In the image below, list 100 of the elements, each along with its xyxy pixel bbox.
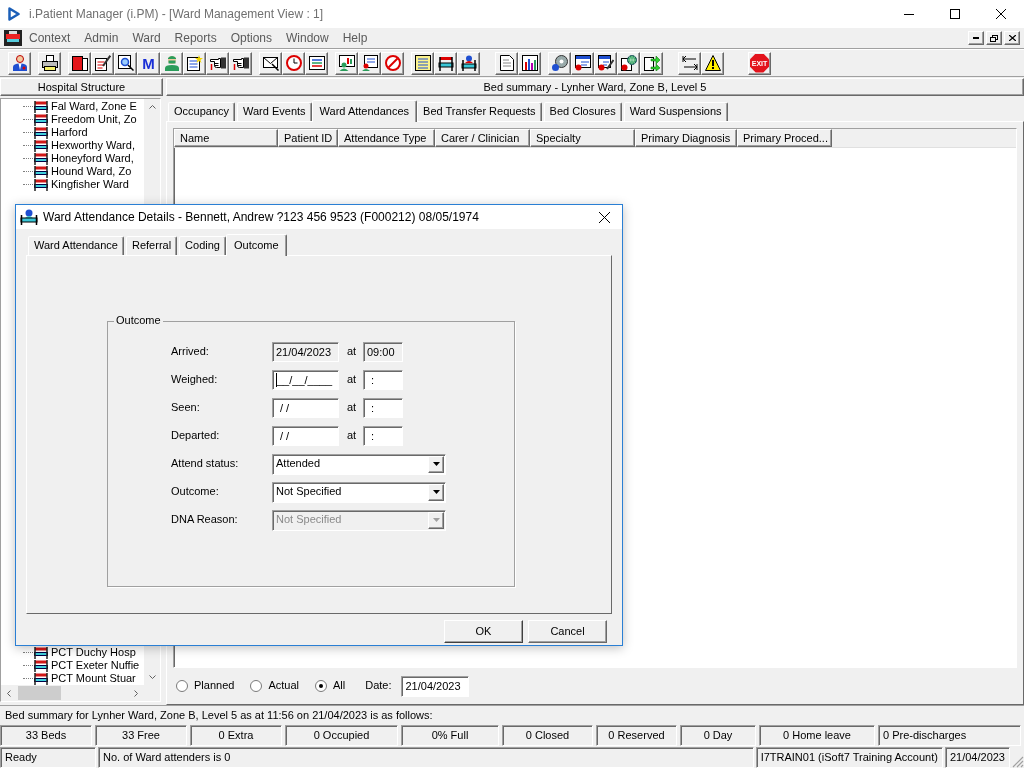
toolbar-button[interactable] (206, 51, 229, 75)
tree-item[interactable]: Freedom Unit, Zo (33, 113, 138, 126)
toolbar-button[interactable] (518, 51, 541, 75)
field-label: Arrived: (171, 345, 210, 359)
tab[interactable]: Outcome (225, 234, 287, 256)
at-label: at (347, 401, 358, 415)
toolbar-button[interactable] (495, 51, 518, 75)
radio-label[interactable]: Planned (194, 679, 235, 693)
form-person-icon (361, 55, 378, 71)
bed-icon (33, 126, 49, 139)
tab[interactable]: Referral (126, 236, 178, 255)
date-field[interactable]: 21/04/2023 (401, 675, 470, 697)
column-header[interactable]: Name (174, 129, 278, 147)
status-pane: 0 Closed (502, 725, 593, 746)
toolbar-button[interactable] (434, 51, 457, 75)
tree-item[interactable]: Fal Ward, Zone E (33, 100, 138, 113)
form-icon (574, 55, 591, 71)
monitor-person-icon (338, 55, 355, 71)
toolbar-button[interactable] (183, 51, 206, 75)
dialog-button[interactable]: OK (444, 620, 523, 643)
radio-button[interactable] (314, 680, 327, 692)
column-header[interactable]: Specialty (530, 129, 635, 147)
menu-item[interactable]: Options (223, 29, 279, 47)
radio-label[interactable]: Actual (268, 679, 299, 693)
close-icon (598, 211, 610, 223)
date-field[interactable]: / / (272, 426, 339, 446)
clock-icon (285, 55, 302, 71)
radio-button[interactable] (250, 680, 263, 692)
toolbar-button[interactable]: M (137, 51, 160, 75)
caret-icon (432, 518, 440, 522)
tree-item[interactable]: Hound Ward, Zo (33, 165, 133, 178)
field-label: Outcome: (171, 485, 220, 499)
toolbar-button[interactable] (617, 51, 640, 75)
time-field[interactable]: : (363, 398, 403, 418)
time-field[interactable]: : (363, 370, 403, 390)
column-header[interactable]: Attendance Type (338, 129, 435, 147)
tab[interactable]: Occupancy (168, 102, 236, 121)
column-header[interactable]: Primary Diagnosis (635, 129, 737, 147)
toolbar-button[interactable] (229, 51, 252, 75)
toolbar-button[interactable] (305, 51, 328, 75)
column-header[interactable]: Primary Proced... (737, 129, 832, 147)
menu-item[interactable]: Context (22, 29, 78, 47)
toolbar-button[interactable] (701, 51, 724, 75)
time-field[interactable]: 09:00 (363, 342, 403, 362)
tree-item[interactable]: Kingfisher Ward (33, 178, 130, 191)
menu-item[interactable]: Ward (125, 29, 168, 47)
toolbar-button[interactable] (678, 51, 701, 75)
field-label: Departed: (171, 429, 221, 443)
dropdown[interactable]: Not Specified (272, 481, 446, 503)
tab[interactable]: Bed Closures (543, 102, 622, 121)
document-magnifier-icon (117, 55, 134, 71)
tab[interactable]: Ward Suspensions (623, 102, 728, 121)
toolbar-button[interactable] (259, 51, 282, 75)
toolbar-button[interactable] (114, 51, 137, 75)
toolbar-button[interactable] (548, 51, 571, 75)
mdi-minimize-button[interactable] (968, 31, 984, 45)
bed-person-icon (460, 55, 477, 71)
date-field[interactable]: / / (272, 398, 339, 418)
tab[interactable]: Coding (179, 236, 226, 255)
bed-icon (33, 100, 49, 113)
column-header[interactable]: Patient ID (278, 129, 338, 147)
bed-icon (33, 165, 49, 178)
toolbar-button[interactable] (68, 51, 91, 75)
notepad-icon (414, 55, 431, 71)
at-label: at (347, 345, 358, 359)
toolbar-button[interactable] (594, 51, 617, 75)
toolbar-button[interactable] (38, 51, 61, 75)
toolbar-button[interactable] (411, 51, 434, 75)
tab[interactable]: Ward Attendance (28, 236, 124, 255)
tree-item[interactable]: Hexworthy Ward, (33, 139, 136, 152)
chevron-right-icon (134, 689, 138, 697)
time-field[interactable]: : (363, 426, 403, 446)
dialog-button[interactable]: Cancel (528, 620, 607, 643)
toolbar-button[interactable] (640, 51, 663, 75)
tree-item[interactable]: Harford (33, 126, 89, 139)
toolbar-button[interactable] (358, 51, 381, 75)
menu-item[interactable]: Help (335, 29, 375, 47)
tab[interactable]: Bed Transfer Requests (417, 102, 542, 121)
mdi-restore-button[interactable] (986, 31, 1002, 45)
toolbar-button[interactable] (91, 51, 114, 75)
bed-icon (33, 139, 49, 152)
menu-item[interactable]: Window (279, 29, 336, 47)
toolbar-button[interactable] (335, 51, 358, 75)
tab[interactable]: Ward Events (237, 102, 312, 121)
menu-item[interactable]: Admin (77, 29, 126, 47)
date-field[interactable]: __/__/____ (272, 370, 339, 390)
tree-item[interactable]: Honeyford Ward, (33, 152, 135, 165)
menu-item[interactable]: Reports (167, 29, 224, 47)
column-header[interactable]: Carer / Clinician (435, 129, 530, 147)
scrollbar-thumb[interactable] (18, 686, 61, 700)
tab[interactable]: Ward Attendances (311, 100, 418, 122)
dropdown[interactable]: Attended (272, 453, 446, 475)
toolbar-button[interactable] (571, 51, 594, 75)
date-field[interactable]: 21/04/2023 (272, 342, 339, 362)
tree-item[interactable]: PCT Exeter Nuffie (33, 659, 141, 672)
radio-label[interactable]: All (332, 679, 346, 693)
toolbar-button[interactable] (8, 51, 31, 75)
toolbar-button[interactable] (457, 51, 480, 75)
radio-button[interactable] (176, 680, 188, 692)
mdi-close-button[interactable] (1004, 31, 1020, 45)
